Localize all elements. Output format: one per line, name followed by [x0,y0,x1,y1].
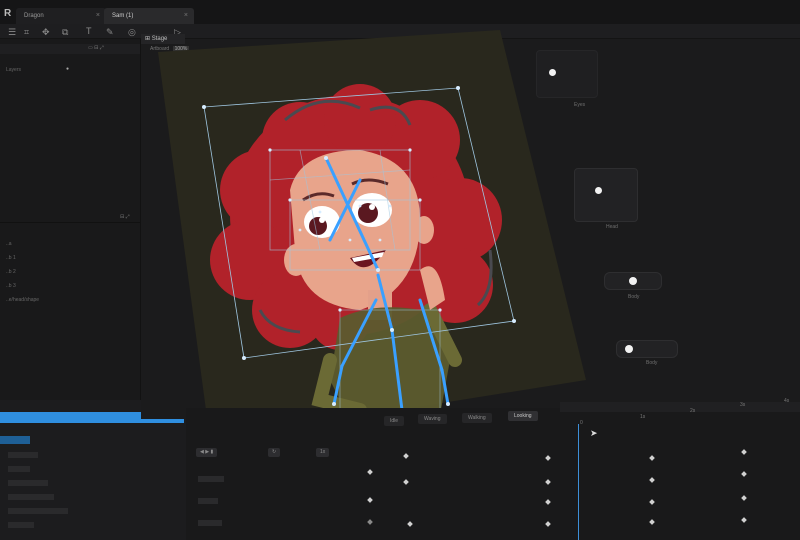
cursor-arrow: ➤ [590,428,598,438]
controller-handle[interactable] [549,69,556,76]
timeline-tab-waving[interactable]: Waving [418,414,447,424]
ear [414,216,434,244]
loop-toggle[interactable]: ↻ [268,448,281,457]
app-window: R Dragon × Sam (1) × ☰ ⌗ ✥ ⧉ T ✎ ◎ ▷ ▭ ⊟… [0,0,800,540]
timeline-tab-idle[interactable]: Idle [384,416,405,426]
controller-handle[interactable] [595,187,602,194]
playhead[interactable] [578,424,579,540]
play-controls[interactable]: ◀ ▶ ▮ [196,448,218,457]
controller-label: Eyes [574,102,586,108]
controller-body-2[interactable] [616,340,678,358]
timeline-row-label[interactable] [198,476,224,482]
speed-control[interactable]: 1x [316,448,330,457]
ruler-mark: 4s [784,398,790,404]
controller-label: Body [628,294,640,300]
ruler-mark: 0 [580,420,583,426]
controller-label: Head [606,224,618,230]
ruler-mark: 1s [640,414,646,420]
timeline-tab-walking[interactable]: Walking [462,413,492,423]
controller-body[interactable] [604,272,662,290]
controller-eyes[interactable] [536,50,598,98]
ruler-mark: 3s [740,402,746,408]
controller-handle[interactable] [625,345,633,353]
timeline-panel [186,408,800,540]
timeline-row-label[interactable] [198,520,222,526]
timeline-tab-looking[interactable]: Looking [508,411,538,421]
eye-shine [369,204,375,210]
timeline-ruler[interactable] [560,402,800,412]
controller-label: Body [646,360,658,366]
timeline-row-label[interactable] [198,498,218,504]
eye-shine [319,217,325,223]
ruler-mark: 2s [690,408,696,414]
ear [284,244,308,276]
controller-head[interactable] [574,168,638,222]
controller-handle[interactable] [629,277,637,285]
timeline-controls: ◀ ▶ ▮ ↻ 1x [196,448,376,460]
